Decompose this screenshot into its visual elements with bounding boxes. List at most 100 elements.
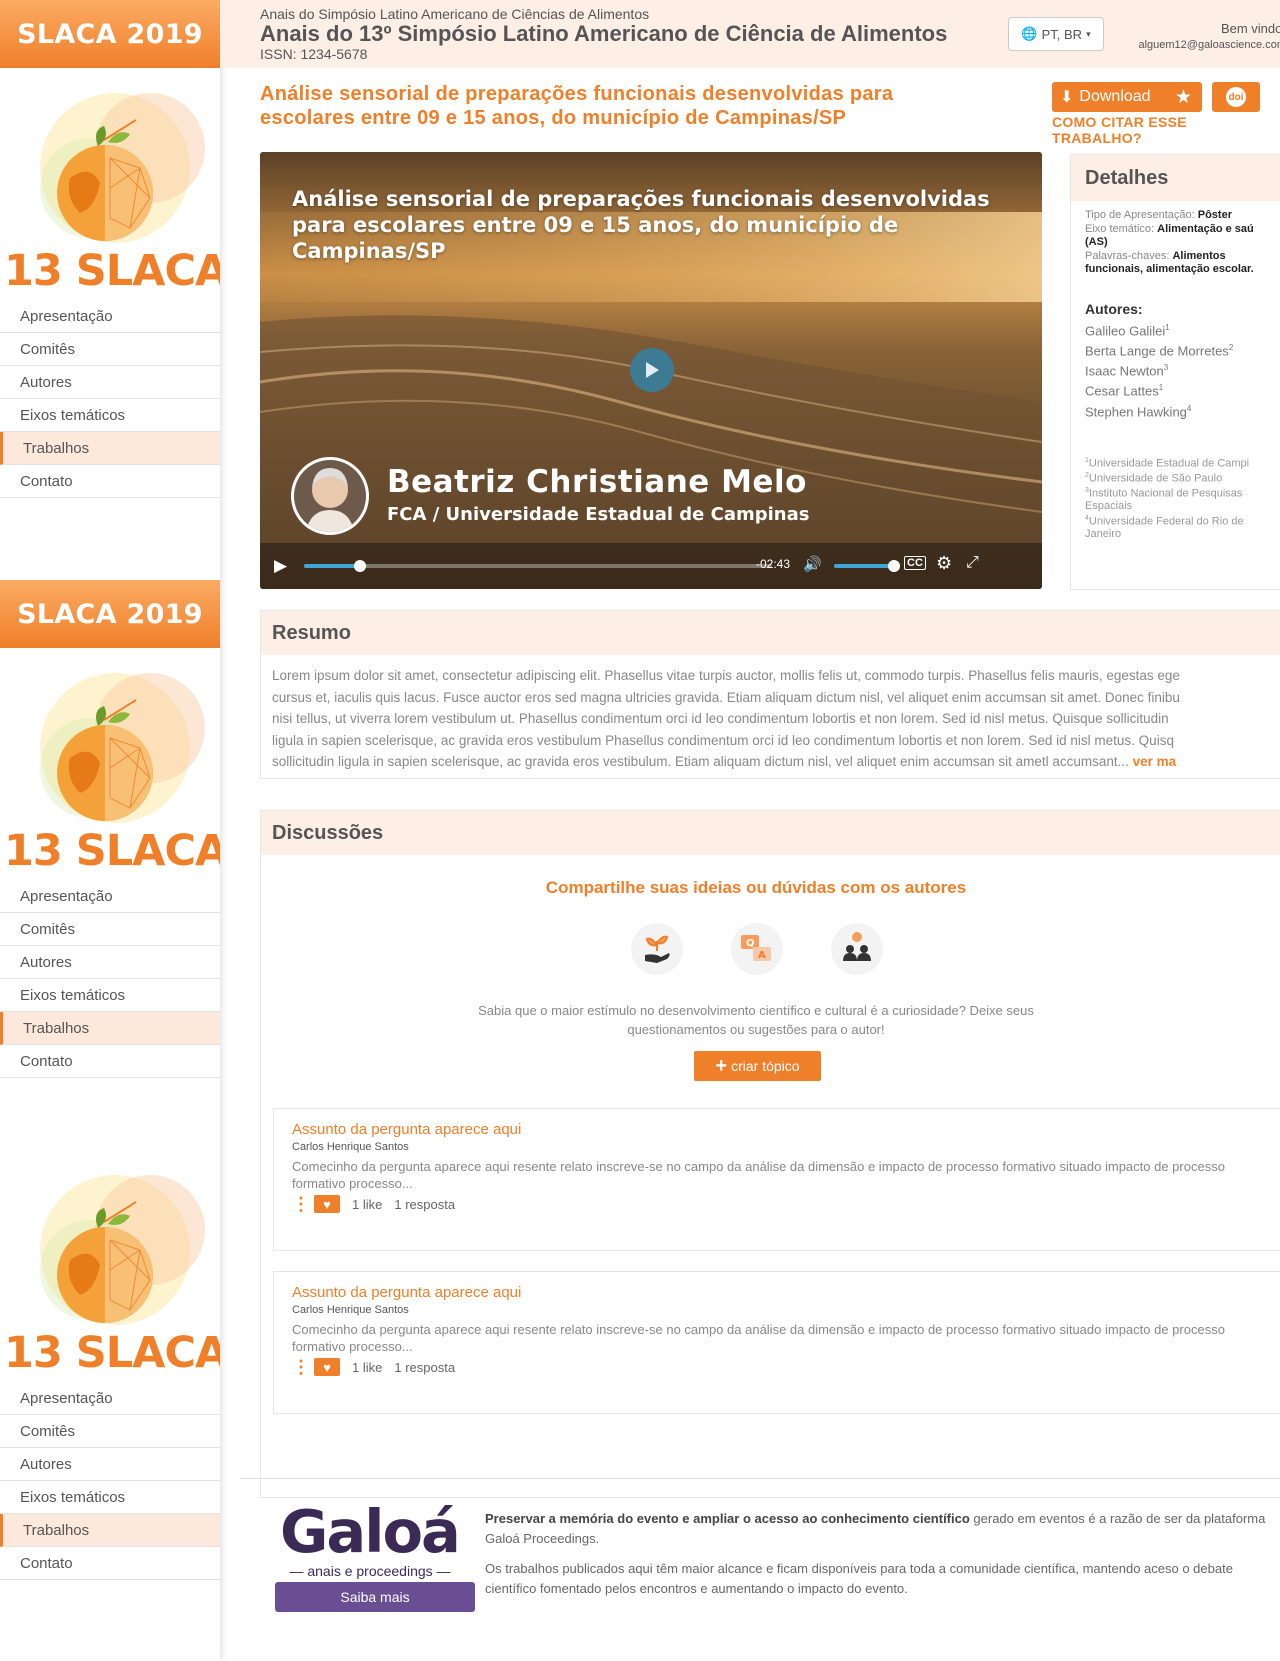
galoa-logo[interactable]: Galoá [280, 1497, 461, 1566]
axis-label: Eixo temático: [1085, 222, 1155, 235]
topic-excerpt: Comecinho da pergunta aparece aqui resen… [292, 1322, 1225, 1354]
author-affiliation-ref: 2 [1228, 343, 1234, 352]
doi-icon: doi [1226, 87, 1246, 107]
doi-button[interactable]: doi [1212, 82, 1260, 112]
sidebar-item-autores[interactable]: Autores [0, 366, 220, 399]
presenter-institution: FCA / Universidade Estadual de Campinas [387, 504, 810, 525]
volume-icon[interactable]: 🔊 [803, 555, 822, 573]
fullscreen-icon[interactable]: ⤢ [966, 554, 979, 572]
sidebar-item-apresentacao[interactable]: Apresentação [0, 880, 220, 913]
progress-bar[interactable] [304, 560, 772, 572]
sidebar-item-trabalhos[interactable]: Trabalhos [0, 1012, 220, 1045]
affiliation-text: Universidade de São Paulo [1088, 472, 1223, 485]
language-label: PT, BR [1041, 26, 1083, 42]
topic-card[interactable]: Assunto da pergunta aparece aqui Carlos … [273, 1271, 1280, 1414]
sidebar-header: SLACA 2019 [0, 0, 220, 68]
sidebar-item-apresentacao[interactable]: Apresentação [0, 300, 220, 333]
topic-excerpt: Comecinho da pergunta aparece aqui resen… [292, 1159, 1225, 1191]
affiliations-list: 1Universidade Estadual de Campi 2Univers… [1085, 455, 1280, 541]
presenter-avatar [291, 457, 369, 535]
sidebar-item-comites[interactable]: Comitês [0, 1415, 220, 1448]
welcome-text: Bem vindo! [1220, 21, 1280, 36]
event-logo[interactable]: 13 SLACA [0, 1150, 220, 1380]
play-overlay-button[interactable] [630, 348, 674, 392]
download-button[interactable]: ⬇ Download ★ [1052, 82, 1202, 112]
author-item[interactable]: Stephen Hawking4 [1085, 404, 1191, 419]
topic-title[interactable]: Assunto da pergunta aparece aqui [292, 1284, 521, 1301]
sidebar-item-autores[interactable]: Autores [0, 1448, 220, 1481]
proceedings-title[interactable]: Anais do 13º Simpósio Latino Americano d… [260, 21, 947, 47]
more-options-icon[interactable]: ⋮ [292, 1195, 310, 1213]
sidebar-item-eixos[interactable]: Eixos temáticos [0, 1481, 220, 1514]
sidebar-header: SLACA 2019 [0, 580, 220, 648]
abstract-line: Lorem ipsum dolor sit amet, consectetur … [272, 668, 1180, 683]
author-name: Stephen Hawking [1085, 404, 1187, 420]
axis-value: Alimentação e saú [1157, 222, 1254, 235]
event-logo[interactable]: 13 SLACA [0, 68, 220, 298]
volume-handle[interactable] [888, 560, 900, 572]
star-icon[interactable]: ★ [1175, 86, 1192, 109]
gear-icon[interactable]: ⚙ [936, 553, 952, 574]
author-name: Berta Lange de Morretes [1085, 343, 1229, 359]
sidebar-item-contato[interactable]: Contato [0, 465, 220, 498]
topic-author: Carlos Henrique Santos [292, 1141, 409, 1153]
progress-handle[interactable] [354, 560, 367, 572]
read-more-link[interactable]: ver ma [1133, 754, 1177, 769]
author-item[interactable]: Cesar Lattes1 [1085, 383, 1163, 398]
reply-count[interactable]: 1 resposta [394, 1197, 455, 1212]
sidebar-item-trabalhos[interactable]: Trabalhos [0, 1514, 220, 1547]
captions-icon[interactable]: CC [904, 556, 926, 570]
author-name: Isaac Newton [1085, 363, 1164, 379]
sidebar-item-comites[interactable]: Comitês [0, 913, 220, 946]
download-label: Download [1079, 88, 1151, 105]
play-icon[interactable]: ▶ [274, 556, 287, 576]
svg-text:A: A [758, 950, 766, 961]
sidebar-item-eixos[interactable]: Eixos temáticos [0, 979, 220, 1012]
sidebar-item-comites[interactable]: Comitês [0, 333, 220, 366]
sidebar-item-autores[interactable]: Autores [0, 946, 220, 979]
axis-value-code: (AS) [1085, 236, 1108, 248]
logo-text: 13 SLACA [4, 246, 220, 296]
brand-sub-text: anais e proceedings [307, 1563, 433, 1579]
sidebar-item-trabalhos[interactable]: Trabalhos [0, 432, 220, 465]
author-item[interactable]: Galileo Galilei1 [1085, 323, 1170, 338]
plant-hand-icon [631, 923, 683, 975]
sidebar-nav: Apresentação Comitês Autores Eixos temát… [0, 880, 220, 1078]
discussion-info: Sabia que o maior estímulo no desenvolvi… [478, 1003, 1034, 1037]
sidebar-item-apresentacao[interactable]: Apresentação [0, 1382, 220, 1415]
event-logo[interactable]: 13 SLACA [0, 648, 220, 878]
topic-card[interactable]: Assunto da pergunta aparece aqui Carlos … [273, 1108, 1280, 1251]
topic-title[interactable]: Assunto da pergunta aparece aqui [292, 1121, 521, 1138]
like-heart-icon[interactable]: ♥ [314, 1195, 340, 1213]
sidebar-item-contato[interactable]: Contato [0, 1045, 220, 1078]
video-title: Análise sensorial de preparações funcion… [292, 187, 990, 263]
details-heading: Detalhes [1071, 155, 1280, 201]
video-player[interactable]: Análise sensorial de preparações funcion… [260, 152, 1042, 589]
play-icon [646, 362, 659, 378]
reply-count[interactable]: 1 resposta [394, 1360, 455, 1375]
globe-icon: 🌐 [1021, 26, 1038, 41]
keywords-label: Palavras-chaves: [1085, 249, 1170, 262]
affiliation-text: Universidade Federal do Rio de Janeiro [1085, 515, 1244, 541]
sidebar: SLACA 2019 13 SLACA Apresentação Comitês… [0, 0, 220, 1661]
abstract-line: cursus et, iaculis quis lacus. Fusce auc… [272, 689, 1180, 705]
cite-link[interactable]: COMO CITAR ESSE TRABALHO? [1052, 114, 1280, 146]
topic-footer: ⋮ ♥ 1 like 1 resposta [292, 1195, 455, 1213]
like-heart-icon[interactable]: ♥ [314, 1358, 340, 1376]
create-topic-button[interactable]: + criar tópico [694, 1051, 821, 1081]
discussion-cta-title: Compartilhe suas ideias ou dúvidas com o… [545, 878, 967, 897]
author-affiliation-ref: 1 [1158, 383, 1164, 392]
sidebar-item-contato[interactable]: Contato [0, 1547, 220, 1580]
author-item[interactable]: Berta Lange de Morretes2 [1085, 343, 1233, 358]
language-selector[interactable]: 🌐 PT, BR ▾ [1008, 17, 1104, 51]
volume-slider[interactable] [834, 560, 900, 572]
app-root: SLACA 2019 13 SLACA Apresentação Comitês… [0, 0, 1280, 1661]
more-options-icon[interactable]: ⋮ [292, 1358, 310, 1376]
author-item[interactable]: Isaac Newton3 [1085, 363, 1168, 378]
issn: ISSN: 1234-5678 [260, 46, 368, 62]
type-label: Tipo de Apresentação: [1085, 209, 1195, 221]
sidebar-item-eixos[interactable]: Eixos temáticos [0, 399, 220, 432]
qa-chat-icon: QA [731, 923, 783, 975]
user-menu[interactable]: Bem vindo! alguem12@galoascience.com [1138, 20, 1280, 54]
learn-more-button[interactable]: Saiba mais [275, 1582, 475, 1612]
